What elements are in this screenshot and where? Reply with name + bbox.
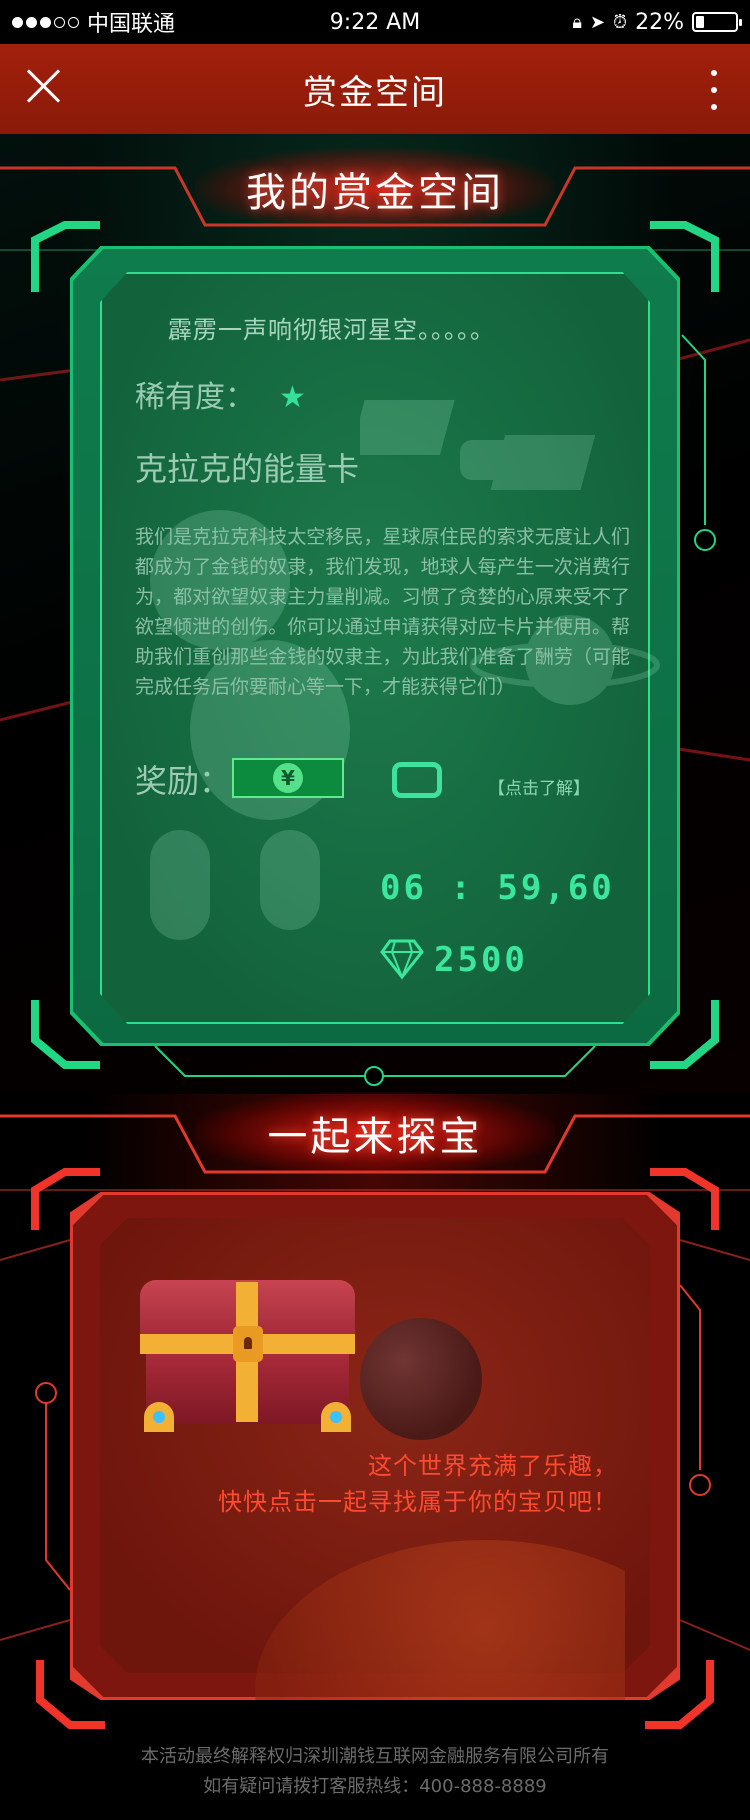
footer-hotline: 如有疑问请拨打客服热线：400-888-8889 xyxy=(203,1776,547,1797)
treasure-chest-icon[interactable] xyxy=(140,1280,355,1432)
rarity-label: 稀有度： xyxy=(135,380,255,415)
close-icon[interactable] xyxy=(24,66,64,106)
money-reward-icon: ¥ xyxy=(232,758,344,798)
bounty-section-title: 我的赏金空间 xyxy=(195,148,555,230)
orientation-lock-icon: 🔒︎ xyxy=(572,11,582,33)
treasure-section-title: 一起来探宝 xyxy=(195,1092,555,1174)
card-description: 我们是克拉克科技太空移民，星球原住民的索求无度让人们都成为了金钱的奴隶，我们发现… xyxy=(135,526,630,698)
location-icon: ➤ xyxy=(589,11,606,33)
rarity-row: 稀有度： ★ xyxy=(135,372,306,416)
footer: 本活动最终解释权归深圳潮钱互联网金融服务有限公司所有 如有疑问请拨打客服热线：4… xyxy=(0,1742,750,1802)
astronaut-icon xyxy=(360,1318,482,1440)
battery-icon xyxy=(692,12,742,32)
yuan-coin-icon: ¥ xyxy=(273,763,303,793)
card-quote: 霹雳一声响彻银河星空。。。。。 xyxy=(168,316,495,344)
battery-percent: 22% xyxy=(635,9,684,35)
card-reward-icon xyxy=(392,762,442,798)
diamond-icon xyxy=(380,939,424,980)
gem-count: 2500 xyxy=(434,940,528,980)
more-options-icon[interactable] xyxy=(708,70,720,110)
footer-disclaimer: 本活动最终解释权归深圳潮钱互联网金融服务有限公司所有 xyxy=(141,1746,609,1767)
treasure-message-line2: 快快点击一起寻找属于你的宝贝吧！ xyxy=(218,1488,618,1516)
status-bar: 中国联通 9:22 AM 🔒︎ ➤ ⏰︎ 22% xyxy=(0,0,750,44)
treasure-message: 这个世界充满了乐趣， 快快点击一起寻找属于你的宝贝吧！ xyxy=(218,1448,618,1520)
page-title: 赏金空间 xyxy=(303,72,447,113)
alarm-icon: ⏰︎ xyxy=(613,11,628,33)
treasure-message-line1: 这个世界充满了乐趣， xyxy=(368,1452,618,1480)
reward-label: 奖励： xyxy=(135,762,232,800)
countdown-timer: 06 : 59,60 xyxy=(380,868,615,908)
nav-bar: 赏金空间 xyxy=(0,44,750,134)
card-name: 克拉克的能量卡 xyxy=(135,450,360,488)
satellite-icon xyxy=(360,400,596,490)
learn-more-link[interactable]: 【点击了解】 xyxy=(488,774,590,799)
signal-icon xyxy=(12,16,79,28)
carrier-label: 中国联通 xyxy=(87,12,176,37)
rarity-star-icon: ★ xyxy=(279,380,306,415)
